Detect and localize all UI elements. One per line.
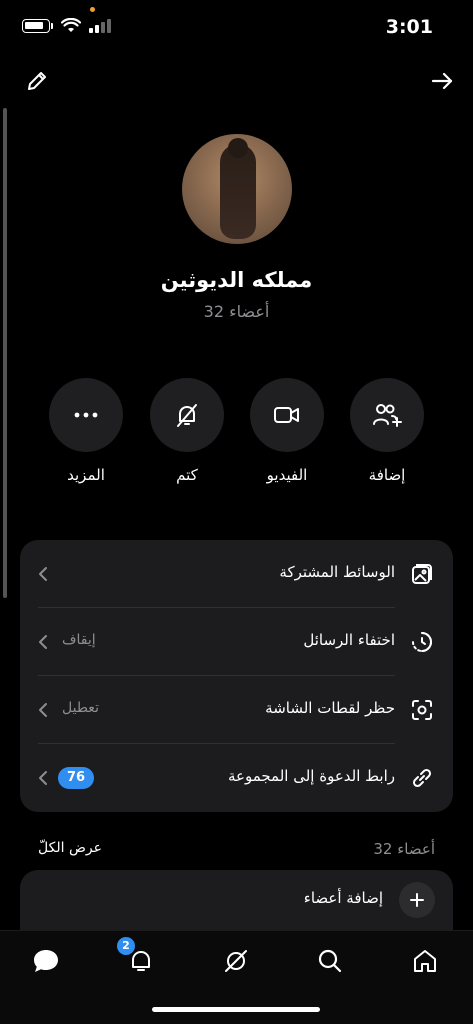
chat-icon <box>34 950 58 972</box>
video-action[interactable]: الفيديو <box>250 378 324 484</box>
video-label: الفيديو <box>266 466 308 484</box>
group-avatar[interactable] <box>182 134 292 244</box>
screenshot-title: حظر لقطات الشاشة <box>265 699 395 717</box>
edit-icon[interactable] <box>22 66 52 96</box>
mute-label: كتم <box>176 466 198 484</box>
battery-nub <box>51 23 53 29</box>
chevron-left-icon <box>39 567 47 581</box>
chevron-left-icon <box>39 771 47 785</box>
bell-off-icon <box>177 404 197 427</box>
stories-icon <box>225 950 247 972</box>
add-user-icon <box>373 404 402 427</box>
video-icon <box>274 407 299 423</box>
video-button[interactable] <box>250 378 324 452</box>
search-icon <box>318 949 342 973</box>
tab-search[interactable] <box>312 943 348 979</box>
disappearing-messages-row[interactable]: اختفاء الرسائل إيقاف <box>20 608 453 676</box>
mute-button[interactable] <box>150 378 224 452</box>
members-header: 32 أعضاء عرض الكلّ <box>20 840 453 862</box>
screenshot-block-row[interactable]: حظر لقطات الشاشة تعطيل <box>20 676 453 744</box>
shared-media-row[interactable]: الوسائط المشتركة <box>20 540 453 608</box>
more-action[interactable]: المزيد <box>49 378 123 484</box>
disappearing-title: اختفاء الرسائل <box>303 631 395 649</box>
more-label: المزيد <box>67 466 105 484</box>
members-count: 32 أعضاء <box>373 840 435 858</box>
add-members-row[interactable]: إضافة أعضاء <box>20 870 453 930</box>
view-all-link[interactable]: عرض الكلّ <box>38 840 102 856</box>
shared-media-title: الوسائط المشتركة <box>279 563 395 581</box>
scrollbar[interactable] <box>3 108 7 598</box>
chevron-left-icon <box>39 703 47 717</box>
invite-link-title: رابط الدعوة إلى المجموعة <box>227 767 395 785</box>
timer-icon <box>409 629 435 655</box>
wifi-icon <box>61 18 81 32</box>
invite-link-row[interactable]: رابط الدعوة إلى المجموعة 76 <box>20 744 453 812</box>
media-icon <box>409 561 435 587</box>
avatar-photo <box>220 138 256 239</box>
tab-notifications[interactable]: 2 <box>117 937 159 979</box>
add-action[interactable]: إضافة <box>350 378 424 484</box>
tab-home[interactable] <box>407 943 443 979</box>
more-button[interactable] <box>49 378 123 452</box>
add-button[interactable] <box>350 378 424 452</box>
signal-icon <box>89 19 111 33</box>
group-name: مملكه الديوثين <box>160 268 313 292</box>
home-icon <box>414 950 436 972</box>
status-indicators <box>22 18 111 34</box>
settings-card: الوسائط المشتركة اختفاء الرسائل إيقاف حظ… <box>20 540 453 812</box>
status-bar: 3:01 <box>0 0 473 56</box>
chevron-left-icon <box>39 635 47 649</box>
add-label: إضافة <box>368 466 406 484</box>
screenshot-icon <box>409 697 435 723</box>
notification-badge: 2 <box>117 937 135 955</box>
disappearing-value: إيقاف <box>62 632 96 648</box>
more-icon <box>74 412 98 418</box>
screenshot-value: تعطيل <box>62 700 99 716</box>
forward-arrow-icon[interactable] <box>427 66 457 96</box>
mute-action[interactable]: كتم <box>150 378 224 484</box>
privacy-indicator-dot <box>90 7 95 12</box>
link-icon <box>409 765 435 791</box>
plus-icon[interactable] <box>399 882 435 918</box>
tab-chats[interactable] <box>28 943 64 979</box>
add-members-title: إضافة أعضاء <box>303 889 383 907</box>
tab-stories[interactable] <box>218 943 254 979</box>
member-count: 32 أعضاء <box>203 302 270 321</box>
battery-icon <box>22 19 50 33</box>
status-time: 3:01 <box>385 16 433 38</box>
invite-count-badge: 76 <box>58 767 95 789</box>
home-indicator[interactable] <box>152 1007 320 1012</box>
